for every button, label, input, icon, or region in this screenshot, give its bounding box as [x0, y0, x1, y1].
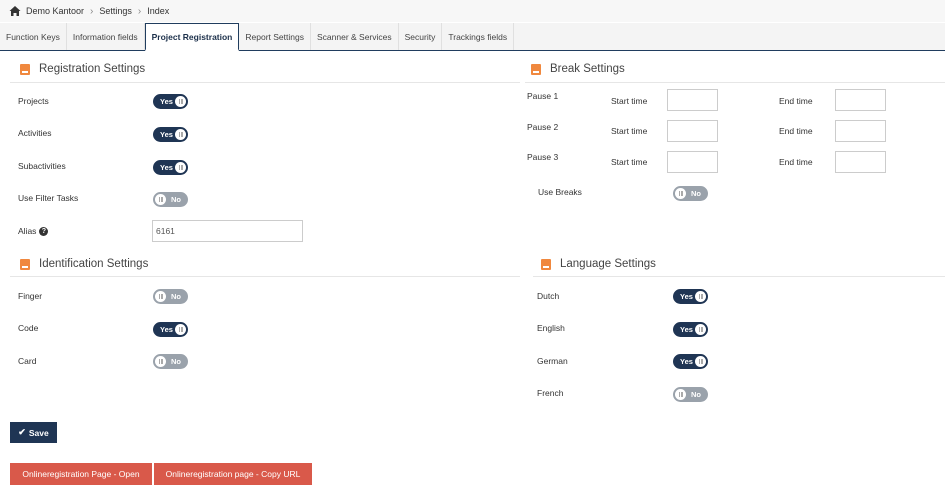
check-icon: ✔ — [18, 427, 26, 437]
tab-security[interactable]: Security — [398, 23, 443, 50]
card-label: Card — [18, 356, 37, 366]
alias-label: Alias? — [18, 226, 49, 237]
book-icon — [20, 63, 30, 75]
use-breaks-toggle[interactable]: No — [673, 186, 708, 201]
pause-3-end-label: End time — [779, 157, 813, 167]
pause-2-start-input[interactable] — [667, 120, 718, 142]
book-icon — [541, 258, 551, 270]
german-toggle[interactable]: Yes — [673, 354, 708, 369]
french-label: French — [537, 388, 564, 398]
english-label: English — [537, 323, 565, 333]
breadcrumb-home[interactable]: Demo Kantoor — [26, 6, 84, 16]
pause-1-end-input[interactable] — [835, 89, 886, 111]
tab-project-registration[interactable]: Project Registration — [144, 23, 240, 51]
card-toggle[interactable]: No — [153, 354, 188, 369]
filter-tasks-toggle[interactable]: No — [153, 192, 188, 207]
identification-settings-heading: Identification Settings — [39, 258, 149, 270]
divider — [525, 82, 945, 83]
divider — [10, 276, 520, 277]
chevron-right-icon: › — [137, 5, 142, 17]
pause-2-end-input[interactable] — [835, 120, 886, 142]
dutch-toggle[interactable]: Yes — [673, 289, 708, 304]
book-icon — [20, 258, 30, 270]
pause-2-end-label: End time — [779, 126, 813, 136]
finger-toggle[interactable]: No — [153, 289, 188, 304]
tab-report-settings[interactable]: Report Settings — [239, 23, 311, 50]
breadcrumb: Demo Kantoor › Settings › Index — [0, 0, 945, 22]
projects-toggle[interactable]: Yes — [153, 94, 188, 109]
save-button-label: Save — [28, 427, 49, 438]
save-button[interactable]: ✔ Save — [10, 422, 57, 443]
registration-settings-heading: Registration Settings — [39, 63, 146, 75]
pause-1-label: Pause 1 — [527, 91, 559, 101]
pause-3-start-label: Start time — [611, 157, 648, 167]
projects-label: Projects — [18, 96, 49, 106]
german-label: German — [537, 356, 568, 366]
breadcrumb-settings[interactable]: Settings — [99, 6, 132, 16]
breadcrumb-current: Index — [147, 6, 170, 16]
language-settings-heading: Language Settings — [560, 258, 656, 270]
use-breaks-label: Use Breaks — [538, 187, 582, 197]
home-icon[interactable] — [9, 5, 21, 17]
copy-url-button[interactable]: Onlineregistration page - Copy URL — [154, 463, 312, 485]
question-circle-icon[interactable]: ? — [39, 227, 49, 237]
pause-1-start-input[interactable] — [667, 89, 718, 111]
tab-function-keys[interactable]: Function Keys — [0, 23, 67, 50]
alias-input[interactable] — [152, 220, 303, 242]
code-toggle[interactable]: Yes — [153, 322, 188, 337]
activities-toggle[interactable]: Yes — [153, 127, 188, 142]
open-registration-page-button[interactable]: Onlineregistration Page - Open — [10, 463, 152, 485]
activities-label: Activities — [18, 128, 52, 138]
divider — [10, 82, 520, 83]
pause-2-label: Pause 2 — [527, 122, 559, 132]
code-label: Code — [18, 323, 39, 333]
english-toggle[interactable]: Yes — [673, 322, 708, 337]
filter-tasks-label: Use Filter Tasks — [18, 193, 79, 203]
subactivities-toggle[interactable]: Yes — [153, 160, 188, 175]
pause-2-start-label: Start time — [611, 126, 648, 136]
pause-3-label: Pause 3 — [527, 152, 559, 162]
tab-bar: Function Keys Information fields Project… — [0, 23, 945, 51]
break-settings-heading: Break Settings — [550, 63, 625, 75]
finger-label: Finger — [18, 291, 43, 301]
language-settings-title: Language Settings — [541, 258, 656, 270]
alias-label-text: Alias — [18, 226, 37, 236]
divider — [533, 276, 945, 277]
break-settings-title: Break Settings — [531, 63, 625, 75]
tab-scanner-services[interactable]: Scanner & Services — [310, 23, 399, 50]
chevron-right-icon: › — [90, 5, 94, 17]
tab-trackings-fields[interactable]: Trackings fields — [442, 23, 515, 50]
pause-3-start-input[interactable] — [667, 151, 718, 173]
subactivities-label: Subactivities — [18, 161, 66, 171]
registration-settings-title: Registration Settings — [20, 63, 145, 75]
tab-information-fields[interactable]: Information fields — [66, 23, 145, 50]
pause-1-start-label: Start time — [611, 96, 648, 106]
pause-1-end-label: End time — [779, 96, 813, 106]
french-toggle[interactable]: No — [673, 387, 708, 402]
book-icon — [531, 63, 541, 75]
pause-3-end-input[interactable] — [835, 151, 886, 173]
dutch-label: Dutch — [537, 291, 560, 301]
identification-settings-title: Identification Settings — [20, 258, 148, 270]
